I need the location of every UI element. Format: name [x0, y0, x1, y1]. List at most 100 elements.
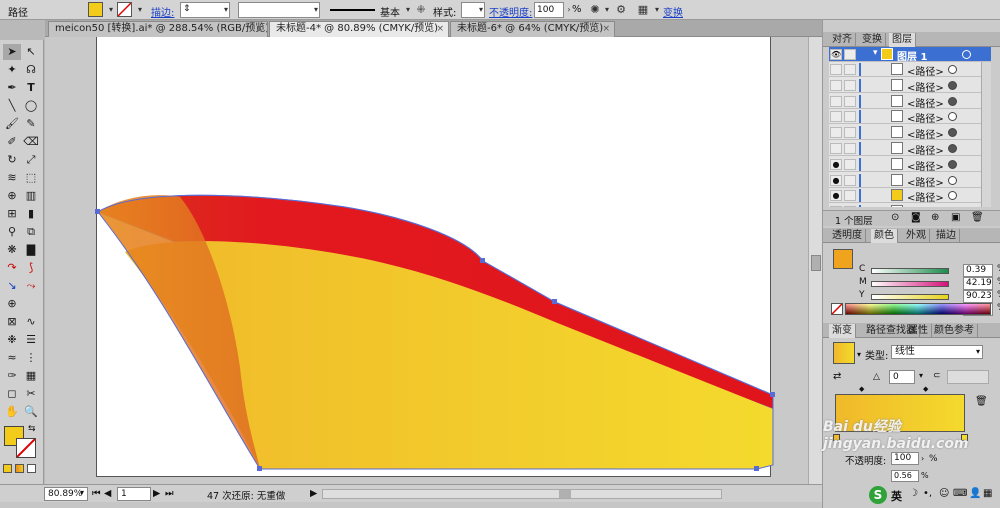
new-layer-icon[interactable]: ▣	[951, 212, 960, 223]
layer-item-row[interactable]: <路径>	[829, 204, 981, 207]
stroke-link[interactable]: 描边:	[151, 4, 174, 19]
eye-icon[interactable]: 👁	[830, 49, 842, 60]
prev-page-icon[interactable]: ◀	[104, 488, 111, 499]
target-icon[interactable]	[948, 175, 957, 185]
join-tool-icon[interactable]: ⤳	[22, 278, 40, 294]
tab-meicon50[interactable]: meicon50 [转换].ai* @ 288.54% (RGB/预览) ×	[48, 21, 268, 37]
wave-icon[interactable]: ∿	[22, 314, 40, 330]
target-icon[interactable]	[962, 50, 971, 59]
ime-lang-label[interactable]: 英	[891, 488, 902, 504]
target-icon[interactable]	[948, 80, 957, 90]
shape-builder-icon[interactable]: ⊕	[3, 188, 21, 204]
gear-icon[interactable]: ⚙	[614, 3, 628, 17]
user-icon[interactable]: 👤	[969, 488, 981, 499]
keyboard-icon[interactable]: ⌨	[953, 488, 967, 499]
vertical-scrollbar[interactable]	[808, 37, 822, 484]
eye-icon[interactable]	[830, 64, 842, 75]
artboard-tool-icon[interactable]: ⊕	[3, 296, 21, 312]
target-icon[interactable]	[948, 191, 957, 201]
tab-untitled-4[interactable]: 未标题-4* @ 80.89% (CMYK/预览) ×	[269, 21, 449, 37]
lock-icon[interactable]	[844, 143, 856, 154]
eyedropper-icon[interactable]: ⚲	[3, 224, 21, 240]
close-icon[interactable]: ×	[602, 22, 610, 36]
gradient-type-dropdown[interactable]: 线性 ▾	[891, 345, 983, 359]
zoom-tool-icon[interactable]: 🔍	[22, 404, 40, 420]
symbol-icon[interactable]: ⁜	[414, 3, 428, 17]
direct-selection-tool-icon[interactable]: ↖	[22, 44, 40, 60]
blob-brush-icon[interactable]: ✐	[3, 134, 21, 150]
chevron-down-icon[interactable]: ▾	[80, 488, 84, 497]
lock-icon[interactable]	[844, 64, 856, 75]
curvature-tool-icon[interactable]: ↷	[3, 260, 21, 276]
tab-color[interactable]: 颜色	[871, 229, 898, 243]
chevron-down-icon[interactable]: ▾	[650, 3, 664, 17]
trash-icon[interactable]: 🗑	[975, 396, 988, 407]
gradient-swatch[interactable]	[833, 342, 855, 364]
locate-object-icon[interactable]: ⊙	[891, 212, 899, 223]
paintbrush-icon[interactable]: 🖌	[3, 116, 21, 132]
layer-item-row[interactable]: <路径>	[829, 141, 981, 157]
target-icon[interactable]	[948, 159, 957, 169]
gradient-opacity-input[interactable]: 100	[891, 452, 919, 465]
canvas[interactable]	[45, 37, 822, 484]
target-icon[interactable]	[948, 65, 957, 74]
stroke-swatch[interactable]	[117, 2, 132, 17]
line-tool-icon[interactable]: ╲	[3, 98, 21, 114]
eyedropper-icon[interactable]: ✑	[3, 368, 21, 384]
scrollbar-thumb[interactable]	[559, 490, 571, 498]
tab-untitled-6[interactable]: 未标题-6* @ 64% (CMYK/预览) ×	[450, 21, 615, 37]
lock-icon[interactable]	[844, 111, 856, 123]
eye-icon[interactable]	[830, 111, 842, 123]
chevron-down-icon[interactable]: ▾	[600, 3, 614, 17]
page-field[interactable]: 1	[117, 487, 151, 501]
reverse-gradient-icon[interactable]: ⇄	[833, 371, 841, 382]
align-icon[interactable]: ☰	[22, 332, 40, 348]
pen-tool-icon[interactable]: ✒	[3, 80, 21, 96]
tab-align[interactable]: 对齐	[829, 33, 856, 47]
skin-icon[interactable]: ▦	[983, 488, 992, 499]
graph-icon[interactable]: ▦	[22, 368, 40, 384]
chevron-down-icon[interactable]: ▾	[857, 350, 861, 359]
crystallize-icon[interactable]: ❉	[3, 332, 21, 348]
transform-link[interactable]: 变换	[663, 4, 683, 19]
horizontal-scrollbar[interactable]	[322, 489, 722, 499]
aspect-ratio-input[interactable]	[947, 370, 989, 384]
twirl-icon[interactable]: ≈	[3, 350, 21, 366]
tab-layers[interactable]: 图层	[889, 33, 916, 47]
fill-swatch[interactable]	[88, 2, 103, 17]
scrollbar-thumb[interactable]	[811, 255, 821, 271]
sogou-ime-icon[interactable]: S	[869, 486, 887, 504]
target-icon[interactable]	[948, 96, 957, 106]
target-icon[interactable]	[948, 112, 957, 122]
channel-slider[interactable]	[871, 294, 949, 300]
eye-icon[interactable]	[830, 127, 842, 139]
eraser-icon[interactable]: ⌫	[22, 134, 40, 150]
lock-icon[interactable]	[844, 49, 856, 60]
close-icon[interactable]: ×	[436, 22, 444, 36]
midpoint-diamond-icon[interactable]: ◆	[859, 385, 864, 393]
gradient-location-input[interactable]: 0.56	[891, 470, 919, 482]
eye-icon[interactable]: ●	[830, 190, 842, 202]
lock-icon[interactable]	[844, 174, 856, 186]
channel-slider[interactable]	[871, 268, 949, 274]
artwork[interactable]	[45, 37, 822, 484]
layer-item-row[interactable]: ● <路径>	[829, 172, 981, 189]
lock-icon[interactable]	[844, 206, 856, 207]
lock-icon[interactable]	[844, 79, 856, 91]
chevron-right-icon[interactable]: ›	[921, 454, 924, 463]
eye-icon[interactable]: ●	[830, 158, 842, 170]
variable-width-dropdown[interactable]: ▾	[238, 2, 320, 18]
width-tool-icon[interactable]: ⟆	[22, 260, 40, 276]
stroke-color-swatch[interactable]	[16, 438, 36, 458]
stroke-weight-dropdown[interactable]: ⇕ ▾	[180, 2, 230, 18]
chevron-down-icon[interactable]: ▾	[401, 3, 415, 17]
next-page-icon[interactable]: ▶	[153, 488, 160, 499]
layer-row[interactable]: 👁 ▾ 图层 1	[829, 47, 991, 63]
tab-transparency[interactable]: 透明度	[829, 229, 866, 243]
layer-item-row[interactable]: ● <路径>	[829, 156, 981, 173]
rectangle-select-icon[interactable]: ◻	[3, 386, 21, 402]
tab-appearance[interactable]: 外观	[903, 229, 930, 243]
knife-icon[interactable]: ✂	[22, 386, 40, 402]
lock-icon[interactable]	[844, 190, 856, 202]
eye-icon[interactable]	[830, 79, 842, 91]
